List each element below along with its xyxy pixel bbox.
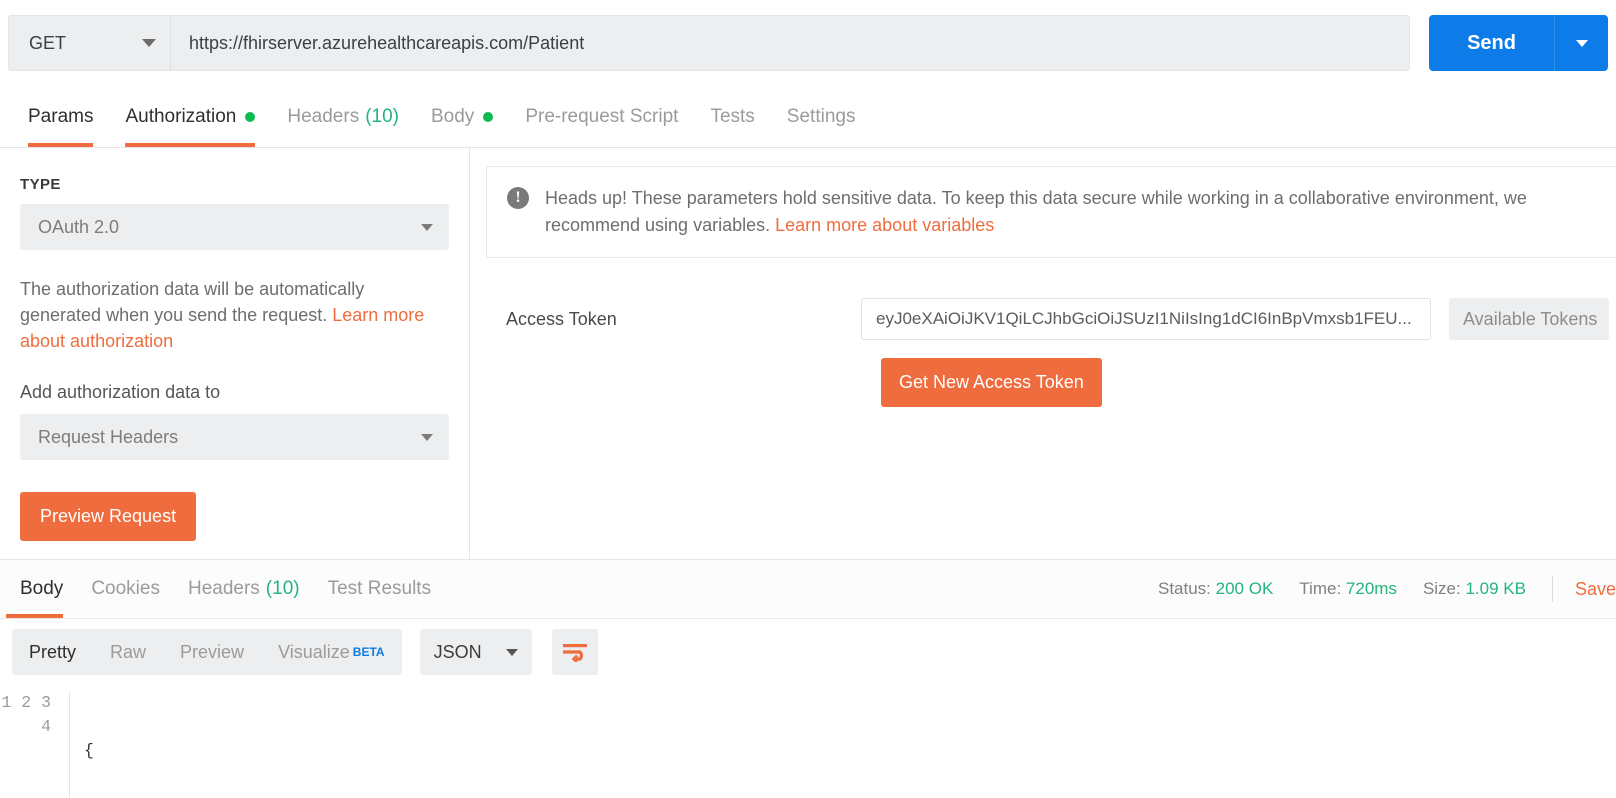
auth-type-label: TYPE (20, 176, 61, 193)
line-number-gutter: 1 2 3 4 (0, 691, 70, 798)
preview-request-button[interactable]: Preview Request (20, 492, 197, 541)
modified-dot-icon (245, 111, 256, 122)
access-token-label: Access Token (506, 308, 617, 329)
tab-label: Params (28, 105, 94, 127)
status-group: Status: 200 OK (1158, 579, 1273, 599)
available-tokens-select[interactable]: Available Tokens (1449, 298, 1609, 340)
http-method-select[interactable]: GET (8, 15, 171, 71)
response-meta: Status: 200 OK Time: 720ms Size: 1.09 KB… (1132, 576, 1616, 602)
auth-type-select[interactable]: OAuth 2.0 (20, 204, 449, 250)
tab-label: Pre-request Script (525, 105, 679, 127)
add-auth-data-value: Request Headers (38, 426, 179, 447)
auth-config-column: TYPE OAuth 2.0 The authorization data wi… (0, 148, 470, 559)
modified-dot-icon (483, 111, 494, 122)
exclamation-icon: ! (507, 187, 529, 209)
tab-pre-request-script[interactable]: Pre-request Script (509, 86, 694, 147)
request-url-input[interactable]: https://fhirserver.azurehealthcareapis.c… (171, 15, 1411, 71)
access-token-row: Access Token eyJ0eXAiOiJKV1QiLCJhbGciOiJ… (486, 298, 1616, 340)
get-new-access-token-button[interactable]: Get New Access Token (881, 358, 1102, 407)
auth-description: The authorization data will be automatic… (20, 276, 440, 354)
chevron-down-icon (505, 648, 518, 656)
size-value: 1.09 KB (1465, 579, 1526, 598)
response-tab-headers[interactable]: Headers (10) (174, 560, 314, 618)
tab-label: Body (431, 105, 475, 127)
request-url-bar: GET https://fhirserver.azurehealthcareap… (0, 0, 1616, 86)
access-token-input[interactable]: eyJ0eXAiOiJKV1QiLCJhbGciOiJSUzI1NiIsIng1… (861, 298, 1431, 340)
view-mode-segment: Pretty Raw Preview Visualize BETA (12, 629, 402, 675)
tab-tests[interactable]: Tests (694, 86, 770, 147)
chevron-down-icon (421, 223, 433, 231)
save-response-link[interactable]: Save (1575, 579, 1616, 600)
tab-label: Authorization (125, 105, 237, 127)
tab-settings[interactable]: Settings (771, 86, 872, 147)
word-wrap-button[interactable] (551, 629, 598, 675)
chevron-down-icon (142, 39, 156, 47)
view-mode-visualize[interactable]: Visualize BETA (261, 629, 402, 675)
tab-label: Headers (187, 578, 260, 599)
status-value: 200 OK (1215, 579, 1274, 598)
tab-label: Settings (786, 105, 856, 127)
status-label: Status: (1157, 579, 1211, 598)
view-mode-raw[interactable]: Raw (93, 629, 163, 675)
tab-label: Cookies (91, 578, 160, 599)
view-mode-preview[interactable]: Preview (163, 629, 261, 675)
tab-label: Tests (710, 105, 755, 127)
divider (1551, 576, 1553, 602)
mode-label: Pretty (29, 641, 77, 662)
tab-params[interactable]: Params (12, 86, 109, 147)
response-format-select[interactable]: JSON (419, 629, 532, 675)
format-value: JSON (433, 641, 482, 662)
learn-more-variables-link[interactable]: Learn more about variables (775, 215, 994, 235)
tab-label: Headers (287, 105, 360, 127)
size-label: Size: (1422, 579, 1461, 598)
response-tab-test-results[interactable]: Test Results (314, 560, 445, 618)
response-tab-body[interactable]: Body (6, 560, 77, 618)
time-value: 720ms (1345, 579, 1397, 598)
mode-label: Raw (110, 641, 147, 662)
http-method-value: GET (29, 32, 67, 53)
response-viewer-toolbar: Pretty Raw Preview Visualize BETA JSON (0, 619, 1616, 685)
add-auth-data-select[interactable]: Request Headers (20, 414, 449, 460)
chevron-down-icon (421, 433, 433, 441)
authorization-panel: TYPE OAuth 2.0 The authorization data wi… (0, 148, 1616, 560)
tab-authorization[interactable]: Authorization (109, 86, 271, 147)
tab-body[interactable]: Body (415, 86, 509, 147)
headers-count: (10) (365, 105, 399, 127)
mode-label: Preview (180, 641, 245, 662)
tab-headers[interactable]: Headers (10) (271, 86, 415, 147)
send-button-group: Send (1429, 15, 1608, 71)
request-tabs: Params Authorization Headers (10) Body P… (0, 86, 1616, 148)
response-headers-count: (10) (265, 578, 300, 599)
time-label: Time: (1299, 579, 1342, 598)
code-content: { "resourceType": "Bundle", "id": "164a1… (70, 691, 530, 798)
beta-badge: BETA (352, 645, 385, 659)
response-body-code[interactable]: 1 2 3 4 { "resourceType": "Bundle", "id"… (0, 685, 1616, 798)
sensitive-data-notice: ! Heads up! These parameters hold sensit… (486, 166, 1616, 258)
size-group: Size: 1.09 KB (1423, 579, 1526, 599)
tab-label: Body (20, 578, 64, 599)
time-group: Time: 720ms (1299, 579, 1397, 599)
response-tabs-bar: Body Cookies Headers (10) Test Results S… (0, 560, 1616, 619)
mode-label: Visualize (278, 641, 350, 662)
send-options-button[interactable] (1554, 15, 1608, 71)
auth-type-value: OAuth 2.0 (38, 216, 120, 237)
chevron-down-icon (1575, 39, 1588, 47)
auth-token-column: ! Heads up! These parameters hold sensit… (470, 148, 1616, 559)
notice-text: Heads up! These parameters hold sensitiv… (545, 188, 1527, 235)
view-mode-pretty[interactable]: Pretty (12, 629, 93, 675)
auth-description-text: The authorization data will be automatic… (20, 279, 365, 325)
notice-text-wrapper: Heads up! These parameters hold sensitiv… (545, 185, 1605, 239)
code-line: { (84, 741, 94, 760)
tab-label: Test Results (327, 578, 432, 599)
response-tab-cookies[interactable]: Cookies (77, 560, 174, 618)
send-button[interactable]: Send (1429, 15, 1554, 71)
add-auth-data-label: Add authorization data to (20, 382, 221, 402)
word-wrap-icon (562, 644, 587, 662)
